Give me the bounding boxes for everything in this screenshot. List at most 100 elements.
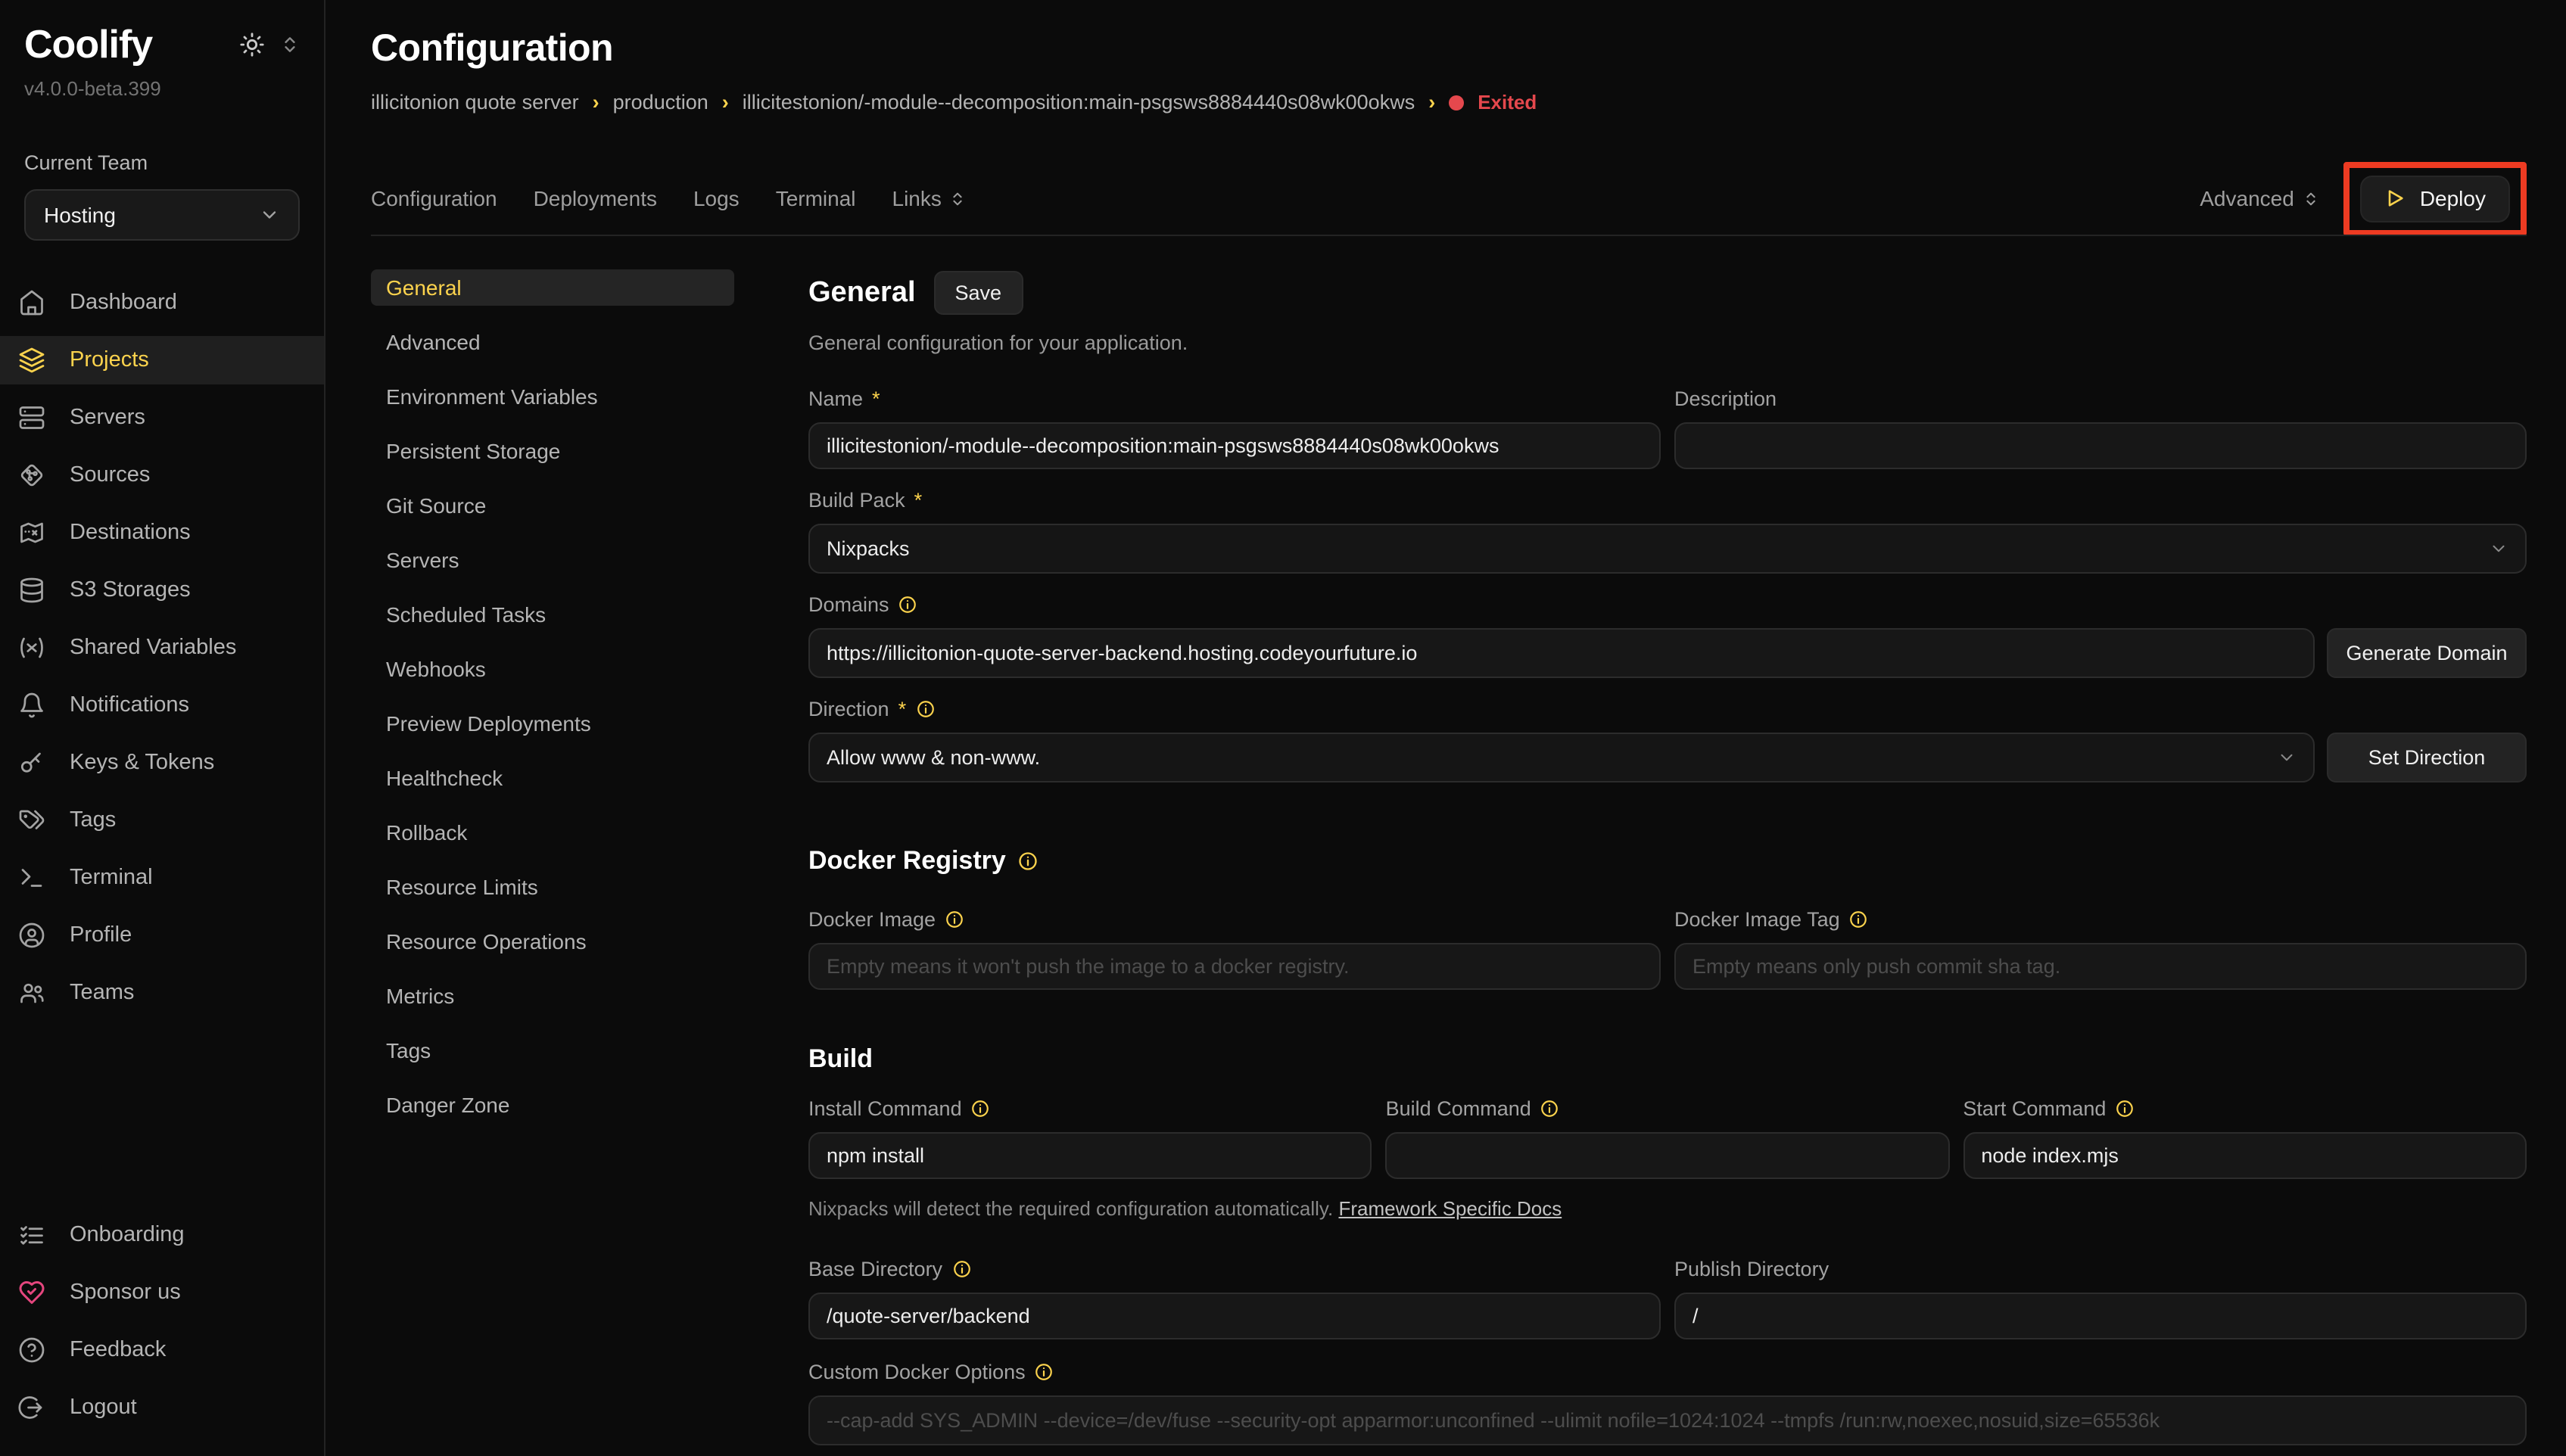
app-version: v4.0.0-beta.399 [0, 77, 324, 100]
sidebar-item-keys-tokens[interactable]: Keys & Tokens [0, 739, 324, 787]
info-icon [2115, 1099, 2135, 1118]
subnav-item-scheduled-tasks[interactable]: Scheduled Tasks [371, 596, 734, 633]
direction-label: Direction [808, 698, 889, 720]
sidebar-item-teams[interactable]: Teams [0, 969, 324, 1017]
bell-icon [18, 692, 45, 719]
breadcrumb-environment[interactable]: production [613, 91, 708, 114]
sidebar-item-shared-variables[interactable]: Shared Variables [0, 624, 324, 672]
sidebar-item-s3-storages[interactable]: S3 Storages [0, 566, 324, 614]
tab-terminal[interactable]: Terminal [776, 186, 856, 210]
info-icon [915, 699, 935, 719]
main: Configuration illicitonion quote server … [325, 0, 2566, 1456]
start-command-input[interactable] [1963, 1132, 2527, 1179]
base-directory-input[interactable] [808, 1293, 1661, 1339]
team-select[interactable]: Hosting [24, 189, 300, 241]
required-mark: * [872, 387, 880, 410]
set-direction-button[interactable]: Set Direction [2327, 733, 2527, 782]
heart-icon [18, 1279, 45, 1306]
sidebar-item-sources[interactable]: Sources [0, 451, 324, 499]
theme-chevrons-icon[interactable] [280, 35, 300, 54]
domains-label: Domains [808, 593, 889, 616]
sidebar-nav: Dashboard Projects Servers Sources Desti… [0, 278, 324, 1017]
nixpacks-helper-text: Nixpacks will detect the required config… [808, 1197, 1333, 1220]
layers-icon [18, 347, 45, 374]
deploy-button[interactable]: Deploy [2361, 175, 2510, 222]
subnav-item-healthcheck[interactable]: Healthcheck [371, 760, 734, 796]
subnav-item-resource-operations[interactable]: Resource Operations [371, 923, 734, 960]
status-badge: Exited [1478, 91, 1537, 114]
subnav-item-preview-deployments[interactable]: Preview Deployments [371, 705, 734, 742]
subnav-item-rollback[interactable]: Rollback [371, 814, 734, 851]
sidebar-item-servers[interactable]: Servers [0, 394, 324, 442]
breadcrumb-project[interactable]: illicitonion quote server [371, 91, 579, 114]
breadcrumb-separator: › [593, 91, 599, 114]
generate-domain-button[interactable]: Generate Domain [2327, 628, 2527, 678]
subnav-item-persistent-storage[interactable]: Persistent Storage [371, 433, 734, 469]
save-button[interactable]: Save [934, 271, 1023, 315]
advanced-dropdown[interactable]: Advanced [2200, 186, 2320, 210]
publish-directory-input[interactable] [1674, 1293, 2527, 1339]
subnav-item-danger-zone[interactable]: Danger Zone [371, 1087, 734, 1123]
sidebar-item-dashboard[interactable]: Dashboard [0, 278, 324, 327]
help-circle-icon [18, 1336, 45, 1364]
subnav-item-advanced[interactable]: Advanced [371, 324, 734, 360]
tab-configuration[interactable]: Configuration [371, 186, 497, 210]
breadcrumb-application[interactable]: illicitestonion/-module--decomposition:m… [743, 91, 1415, 114]
name-input[interactable] [808, 422, 1661, 469]
subnav-item-general[interactable]: General [371, 269, 734, 306]
sidebar-item-onboarding[interactable]: Onboarding [0, 1211, 324, 1259]
config-subnav: General Advanced Environment Variables P… [371, 269, 734, 1456]
sidebar-item-sponsor-us[interactable]: Sponsor us [0, 1268, 324, 1317]
install-command-input[interactable] [808, 1132, 1372, 1179]
status-dot [1449, 95, 1464, 110]
info-icon [1540, 1099, 1560, 1118]
subnav-item-environment-variables[interactable]: Environment Variables [371, 378, 734, 415]
build-command-label: Build Command [1386, 1097, 1531, 1120]
tab-deployments[interactable]: Deployments [534, 186, 657, 210]
start-command-label: Start Command [1963, 1097, 2106, 1120]
subnav-item-tags[interactable]: Tags [371, 1032, 734, 1069]
sidebar-item-tags[interactable]: Tags [0, 796, 324, 845]
docker-image-input[interactable] [808, 943, 1661, 990]
framework-docs-link[interactable]: Framework Specific Docs [1338, 1197, 1562, 1220]
sidebar-item-feedback[interactable]: Feedback [0, 1326, 324, 1374]
direction-select[interactable]: Allow www & non-www. [808, 733, 2315, 782]
build-command-input[interactable] [1386, 1132, 1950, 1179]
required-mark: * [898, 698, 907, 720]
sidebar-item-notifications[interactable]: Notifications [0, 681, 324, 730]
subnav-item-resource-limits[interactable]: Resource Limits [371, 869, 734, 905]
general-subtitle: General configuration for your applicati… [808, 331, 2527, 354]
tab-logs[interactable]: Logs [693, 186, 740, 210]
subnav-item-webhooks[interactable]: Webhooks [371, 651, 734, 687]
tabs-row: Configuration Deployments Logs Terminal … [371, 162, 2527, 235]
description-input[interactable] [1674, 422, 2527, 469]
docker-image-tag-input[interactable] [1674, 943, 2527, 990]
subnav-item-git-source[interactable]: Git Source [371, 487, 734, 524]
info-icon [971, 1099, 991, 1118]
page-title: Configuration [371, 27, 2527, 71]
custom-docker-options-label: Custom Docker Options [808, 1361, 1026, 1383]
domains-input[interactable] [808, 628, 2315, 678]
sidebar-item-terminal[interactable]: Terminal [0, 854, 324, 902]
subnav-item-servers[interactable]: Servers [371, 542, 734, 578]
chevron-down-icon [2277, 748, 2297, 767]
server-icon [18, 404, 45, 431]
app-logo[interactable]: Coolify [24, 21, 152, 68]
tab-links[interactable]: Links [892, 186, 966, 210]
chevrons-up-down-icon [2303, 190, 2320, 207]
theme-sun-icon[interactable] [239, 32, 265, 58]
name-label: Name [808, 387, 863, 410]
docker-image-label: Docker Image [808, 908, 936, 931]
variable-icon [18, 634, 45, 661]
subnav-item-metrics[interactable]: Metrics [371, 978, 734, 1014]
custom-docker-options-input[interactable] [808, 1395, 2527, 1445]
play-icon [2385, 188, 2406, 209]
general-heading: General [808, 276, 916, 310]
sidebar-item-profile[interactable]: Profile [0, 911, 324, 960]
sidebar-item-projects[interactable]: Projects [0, 336, 324, 384]
required-mark: * [914, 489, 923, 512]
users-icon [18, 979, 45, 1006]
build-pack-select[interactable]: Nixpacks [808, 524, 2527, 574]
sidebar-item-destinations[interactable]: Destinations [0, 509, 324, 557]
sidebar-item-logout[interactable]: Logout [0, 1383, 324, 1432]
